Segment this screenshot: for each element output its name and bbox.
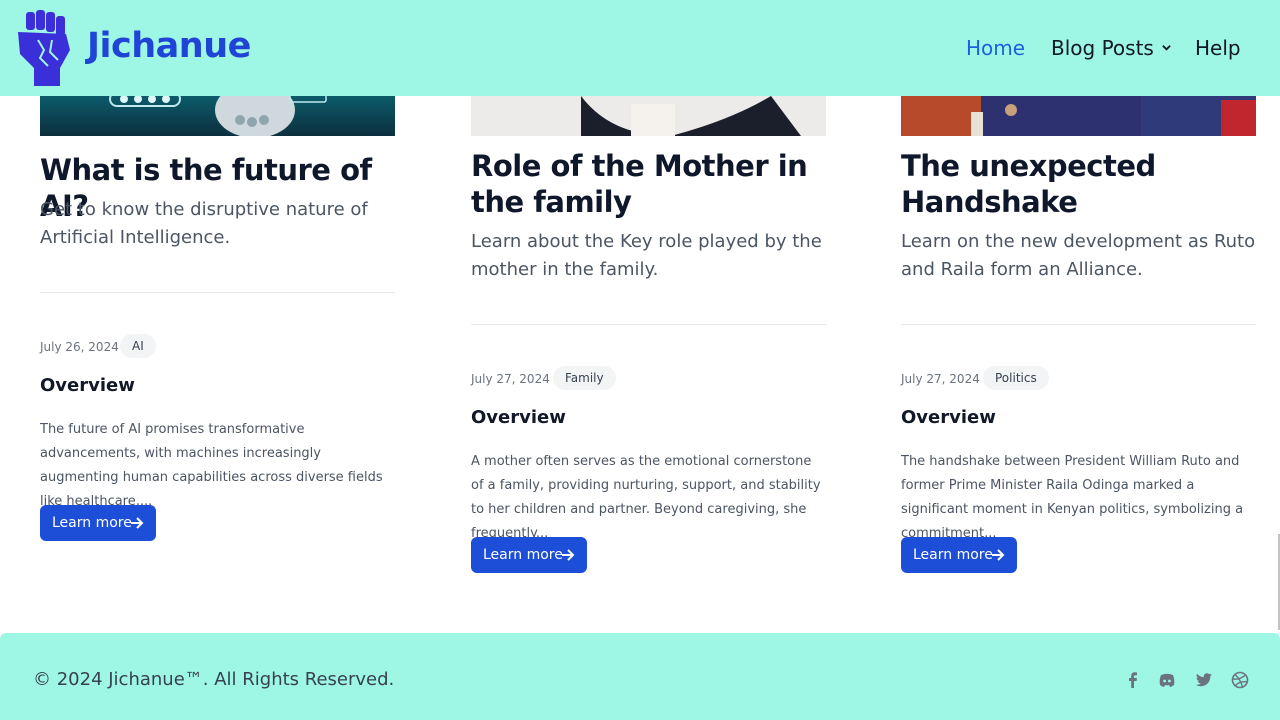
arrow-right-icon	[992, 549, 1005, 561]
learn-more-button[interactable]: Learn more	[40, 505, 156, 541]
overview-heading: Overview	[901, 407, 996, 428]
card-title[interactable]: Role of the Mother in the family	[471, 148, 831, 220]
card-subtitle: Learn on the new development as Ruto and…	[901, 231, 1256, 280]
nav-blog-posts-label: Blog Posts	[1051, 36, 1154, 60]
card-title[interactable]: The unexpected Handshake	[901, 148, 1261, 220]
learn-more-button[interactable]: Learn more	[901, 537, 1017, 573]
arrow-right-icon	[131, 517, 144, 529]
nav-help[interactable]: Help	[1195, 36, 1241, 60]
learn-more-label: Learn more	[483, 547, 563, 563]
chevron-down-icon	[1162, 45, 1171, 51]
card-divider	[901, 324, 1256, 325]
discord-icon[interactable]	[1158, 671, 1176, 689]
copyright-text: © 2024 Jichanue™. All Rights Reserved.	[33, 669, 395, 690]
post-date: July 27, 2024	[471, 372, 550, 386]
site-footer: © 2024 Jichanue™. All Rights Reserved.	[0, 633, 1280, 720]
card-subtitle: Get to know the disruptive nature of Art…	[40, 199, 368, 248]
category-tag[interactable]: AI	[120, 334, 156, 358]
dribbble-icon[interactable]	[1231, 671, 1249, 689]
nav-home[interactable]: Home	[966, 36, 1025, 60]
post-date: July 26, 2024	[40, 340, 119, 354]
facebook-icon[interactable]	[1124, 671, 1142, 689]
card-divider	[40, 292, 395, 293]
post-excerpt: A mother often serves as the emotional c…	[471, 454, 821, 541]
card-subtitle: Learn about the Key role played by the m…	[471, 231, 822, 280]
post-excerpt: The handshake between President William …	[901, 454, 1244, 541]
site-header: Jichanue Home Blog Posts Help	[0, 0, 1280, 96]
learn-more-label: Learn more	[52, 515, 132, 531]
learn-more-button[interactable]: Learn more	[471, 537, 587, 573]
raised-fist-logo-icon[interactable]	[16, 10, 72, 86]
category-tag[interactable]: Family	[553, 366, 616, 390]
learn-more-label: Learn more	[913, 547, 993, 563]
brand-name[interactable]: Jichanue	[87, 26, 251, 66]
card-divider	[471, 324, 826, 325]
category-tag[interactable]: Politics	[983, 366, 1049, 390]
post-date: July 27, 2024	[901, 372, 980, 386]
overview-heading: Overview	[471, 407, 566, 428]
nav-blog-posts[interactable]: Blog Posts	[1051, 36, 1171, 60]
twitter-icon[interactable]	[1195, 671, 1213, 689]
post-excerpt: The future of AI promises transformative…	[40, 422, 383, 509]
arrow-right-icon	[562, 549, 575, 561]
overview-heading: Overview	[40, 375, 135, 396]
